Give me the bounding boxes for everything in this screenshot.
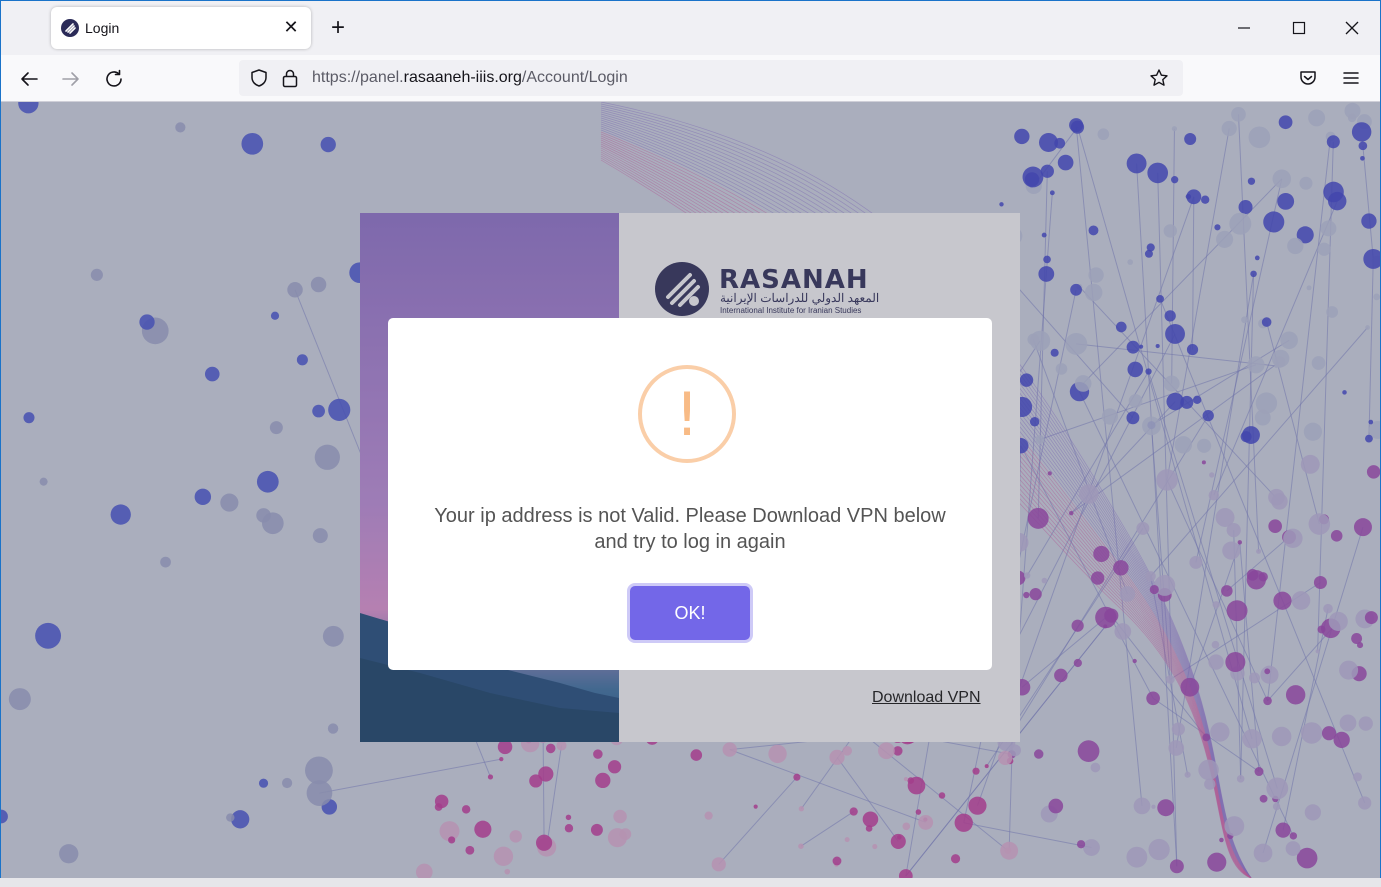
url-prefix: https://panel. xyxy=(312,69,404,86)
page-content: RASANAH المعهد الدولي للدراسات الإيرانية… xyxy=(1,102,1380,878)
reload-icon[interactable] xyxy=(102,67,126,91)
maximize-icon xyxy=(1292,21,1306,35)
rasanah-favicon-icon xyxy=(61,19,79,37)
pocket-icon[interactable] xyxy=(1298,68,1318,88)
tab-login[interactable]: Login ✕ xyxy=(51,7,311,49)
close-window-button[interactable] xyxy=(1337,15,1367,41)
url-text[interactable]: https://panel.rasaaneh-iiis.org/Account/… xyxy=(312,69,628,87)
minimize-button[interactable] xyxy=(1229,15,1259,41)
tab-close-icon[interactable]: ✕ xyxy=(281,17,301,37)
maximize-button[interactable] xyxy=(1284,15,1314,41)
tracking-shield-icon[interactable] xyxy=(249,68,269,88)
back-arrow-icon[interactable] xyxy=(17,67,41,91)
alert-message: Your ip address is not Valid. Please Dow… xyxy=(434,505,946,553)
ok-button[interactable]: OK! xyxy=(630,586,750,640)
padlock-icon[interactable] xyxy=(281,68,299,88)
forward-arrow-icon[interactable] xyxy=(59,67,83,91)
bookmark-star-icon[interactable] xyxy=(1149,68,1169,88)
browser-window: Login ✕ + https://panel.rasaaneh-iiis.or… xyxy=(0,0,1381,887)
tab-strip: Login ✕ + xyxy=(1,1,1380,55)
new-tab-button[interactable]: + xyxy=(325,15,351,41)
warning-glyph: ! xyxy=(674,380,700,450)
address-bar[interactable]: https://panel.rasaaneh-iiis.org/Account/… xyxy=(239,60,1183,96)
alert-dialog: ! Your ip address is not Valid. Please D… xyxy=(388,318,992,670)
minimize-icon xyxy=(1238,27,1250,29)
window-bottom-edge xyxy=(0,878,1381,887)
tab-title: Login xyxy=(85,20,120,36)
hamburger-menu-icon[interactable] xyxy=(1341,68,1361,88)
navigation-bar: https://panel.rasaaneh-iiis.org/Account/… xyxy=(1,55,1380,102)
close-icon xyxy=(1345,21,1359,35)
url-path: /Account/Login xyxy=(521,69,628,86)
warning-icon: ! xyxy=(638,365,736,463)
url-domain: rasaaneh-iiis.org xyxy=(403,69,522,86)
